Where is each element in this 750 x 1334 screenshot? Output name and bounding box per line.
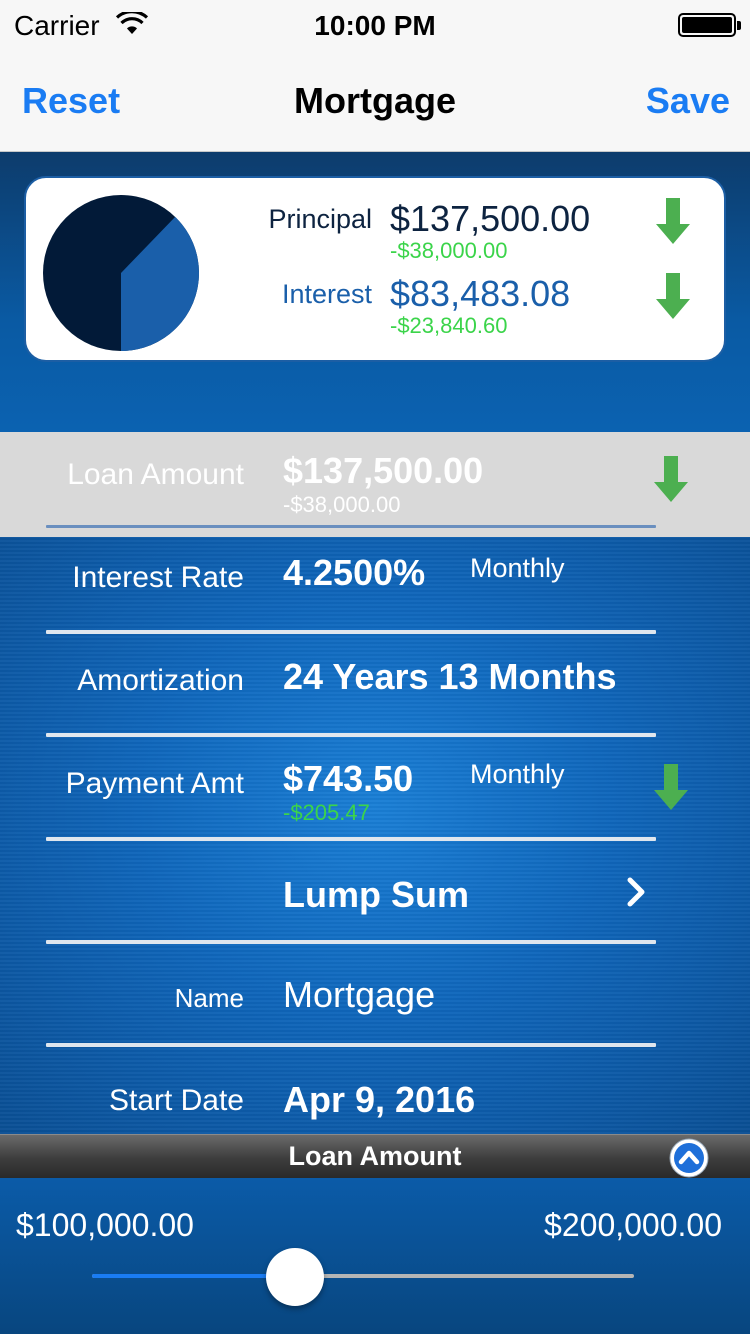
interest-rate-value: 4.2500% bbox=[283, 552, 426, 593]
payment-amt-value: $743.50 bbox=[283, 758, 414, 799]
slider-panel-title: Loan Amount bbox=[288, 1141, 462, 1171]
loan-amount-value: $137,500.00 bbox=[283, 450, 484, 491]
amortization-label: Amortization bbox=[77, 664, 244, 697]
interest-rate-frequency[interactable]: Monthly bbox=[470, 553, 565, 584]
row-divider bbox=[46, 837, 656, 841]
interest-rate-label: Interest Rate bbox=[72, 561, 244, 594]
name-field[interactable]: Mortgage bbox=[283, 974, 435, 1016]
row-divider bbox=[46, 733, 656, 737]
slider-min-label: $100,000.00 bbox=[16, 1207, 194, 1243]
principal-delta: -$38,000.00 bbox=[390, 238, 508, 263]
interest-delta: -$23,840.60 bbox=[390, 313, 508, 338]
amortization-value: 24 Years 13 Months bbox=[283, 656, 617, 697]
status-bar: Carrier 10:00 PM bbox=[0, 0, 750, 50]
loan-amount-label: Loan Amount bbox=[67, 458, 244, 491]
loan-amount-slider-thumb[interactable] bbox=[266, 1248, 325, 1306]
collapse-chevron-up-icon[interactable] bbox=[668, 1137, 710, 1179]
clock: 10:00 PM bbox=[314, 10, 436, 41]
row-divider bbox=[46, 940, 656, 944]
interest-value: $83,483.08 bbox=[390, 273, 571, 314]
lump-sum-label: Lump Sum bbox=[283, 874, 469, 915]
start-date-label: Start Date bbox=[108, 1084, 244, 1117]
chevron-right-icon bbox=[627, 877, 645, 907]
principal-interest-pie-chart bbox=[43, 195, 199, 351]
down-arrow-icon bbox=[656, 273, 690, 319]
principal-label: Principal bbox=[268, 204, 372, 234]
payment-amt-label: Payment Amt bbox=[65, 767, 244, 800]
page-title: Mortgage bbox=[294, 80, 456, 121]
start-date-value: Apr 9, 2016 bbox=[283, 1079, 476, 1120]
slider-track-fill bbox=[92, 1274, 296, 1278]
summary-card: Principal $137,500.00 -$38,000.00 Intere… bbox=[24, 176, 726, 362]
name-label: Name bbox=[174, 983, 244, 1013]
navigation-bar: Carrier 10:00 PM Reset Mortgage Save bbox=[0, 0, 750, 152]
row-divider bbox=[46, 525, 656, 528]
save-button[interactable]: Save bbox=[646, 80, 730, 122]
interest-label: Interest bbox=[281, 279, 372, 309]
slider-max-label: $200,000.00 bbox=[544, 1207, 722, 1243]
down-arrow-icon bbox=[656, 198, 690, 244]
principal-value: $137,500.00 bbox=[390, 198, 591, 239]
payment-frequency[interactable]: Monthly bbox=[470, 759, 565, 790]
down-arrow-icon bbox=[654, 456, 688, 502]
row-divider bbox=[46, 630, 656, 634]
loan-amount-delta: -$38,000.00 bbox=[283, 492, 401, 517]
payment-amt-delta: -$205.47 bbox=[283, 800, 370, 825]
down-arrow-icon bbox=[654, 764, 688, 810]
row-divider bbox=[46, 1043, 656, 1047]
slider-panel-header: Loan Amount bbox=[0, 1134, 750, 1178]
slider-panel-body bbox=[0, 1178, 750, 1334]
battery-icon bbox=[678, 13, 741, 37]
